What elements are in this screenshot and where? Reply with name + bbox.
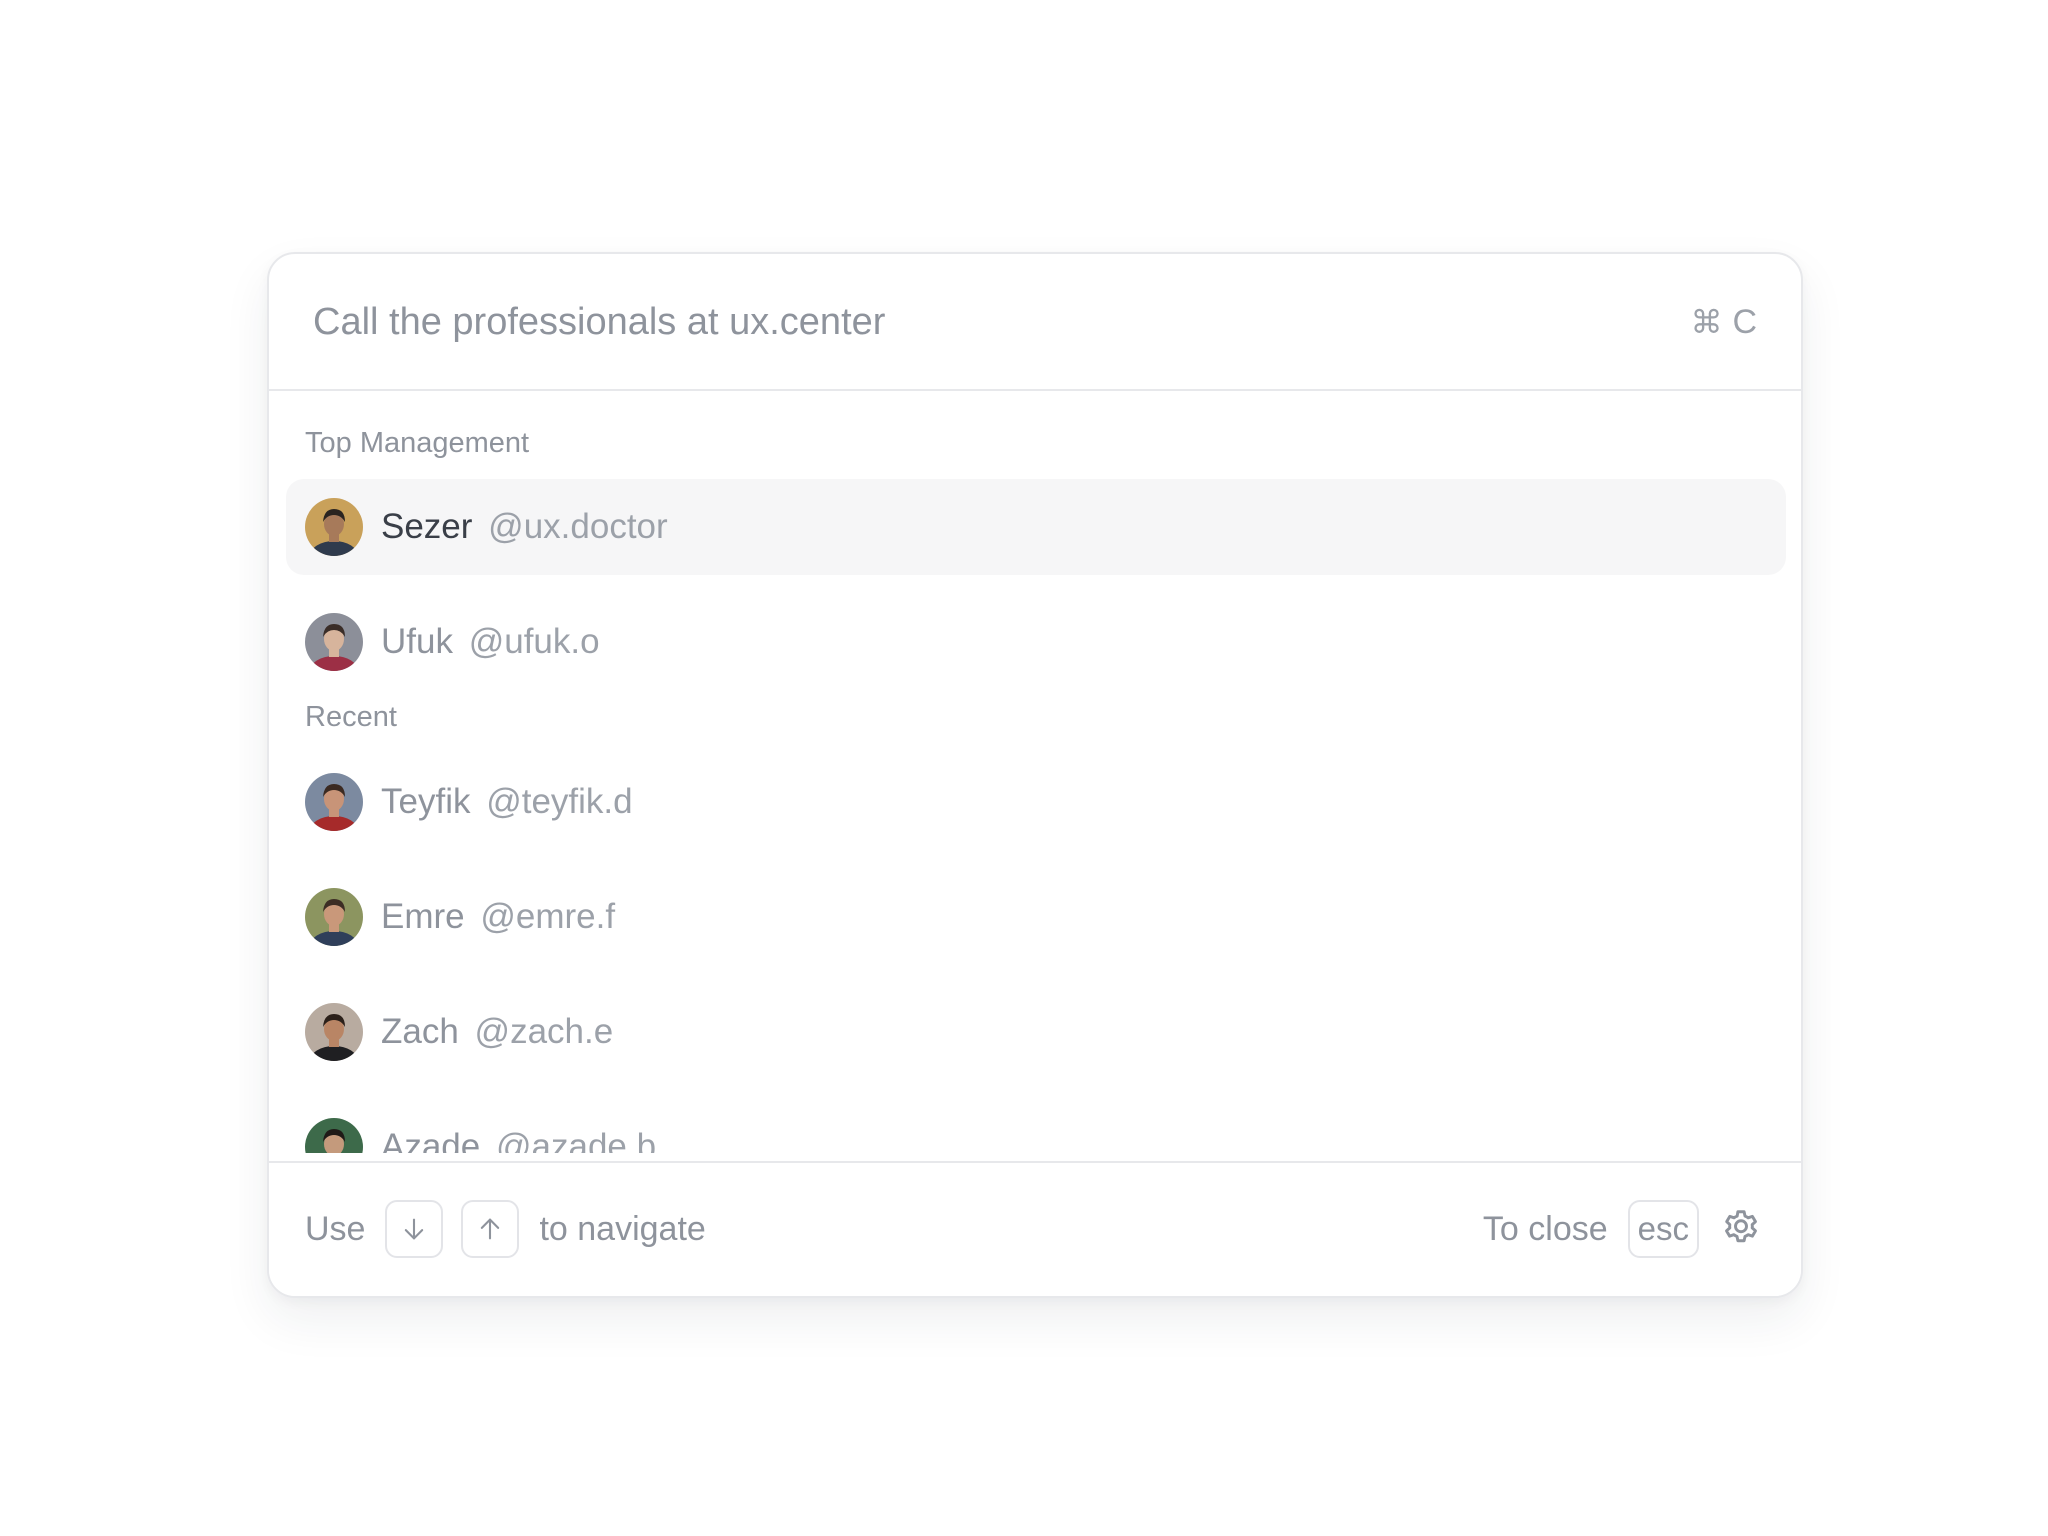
person-name: Sezer [381,507,473,546]
person-name: Teyfik [381,782,471,821]
avatar-portrait [305,613,363,671]
list-item-emre[interactable]: Emre @emre.f [286,869,1786,965]
avatar [305,1118,363,1153]
list-item-zach[interactable]: Zach @zach.e [286,984,1786,1080]
person-name: Azade [381,1127,481,1153]
avatar [305,1003,363,1061]
list-item-ufuk[interactable]: Ufuk @ufuk.o [286,594,1786,690]
command-palette: ⌘ C Top Management Sezer @ux.doctor Ufuk… [267,252,1803,1298]
settings-button[interactable] [1719,1207,1763,1251]
list-item-teyfik[interactable]: Teyfik @teyfik.d [286,754,1786,850]
section-label-top-management: Top Management [305,427,530,459]
person-handle: @azade.b [495,1127,657,1153]
search-bar: ⌘ C [269,254,1801,391]
command-icon: ⌘ [1690,304,1723,340]
shortcut-hint: ⌘ C [1690,298,1757,346]
person-name: Zach [381,1012,459,1051]
gear-icon [1725,1210,1757,1243]
person-handle: @emre.f [480,897,616,936]
results-list: Top Management Sezer @ux.doctor Ufuk @uf… [269,391,1801,1153]
avatar-portrait [305,888,363,946]
arrow-up-key[interactable] [461,1200,520,1258]
avatar [305,773,363,831]
avatar-portrait [305,1003,363,1061]
list-item-sezer[interactable]: Sezer @ux.doctor [286,479,1786,575]
arrow-down-icon [405,1218,424,1240]
section-label-recent: Recent [305,701,397,733]
person-handle: @ufuk.o [468,622,600,661]
avatar-portrait [305,498,363,556]
list-item-azade[interactable]: Azade @azade.b [286,1099,1786,1153]
close-label: To close [1482,1209,1608,1248]
avatar [305,498,363,556]
person-name: Emre [381,897,465,936]
use-label: Use [305,1209,366,1248]
close-hint: To close esc [1483,1199,1763,1259]
person-handle: @zach.e [474,1012,614,1051]
arrow-up-icon [481,1218,500,1240]
footer-bar: Use to navigate To close esc [269,1161,1801,1296]
avatar [305,613,363,671]
navigation-hint: Use to navigate [305,1199,706,1259]
person-handle: @ux.doctor [488,507,668,546]
person-name: Ufuk [381,622,453,661]
navigate-label: to navigate [539,1209,706,1248]
esc-key[interactable]: esc [1627,1200,1699,1258]
search-input[interactable] [313,292,1593,352]
avatar-portrait [305,1118,363,1153]
avatar [305,888,363,946]
avatar-portrait [305,773,363,831]
shortcut-key: C [1732,302,1757,341]
person-handle: @teyfik.d [486,782,633,821]
arrow-down-key[interactable] [385,1200,444,1258]
